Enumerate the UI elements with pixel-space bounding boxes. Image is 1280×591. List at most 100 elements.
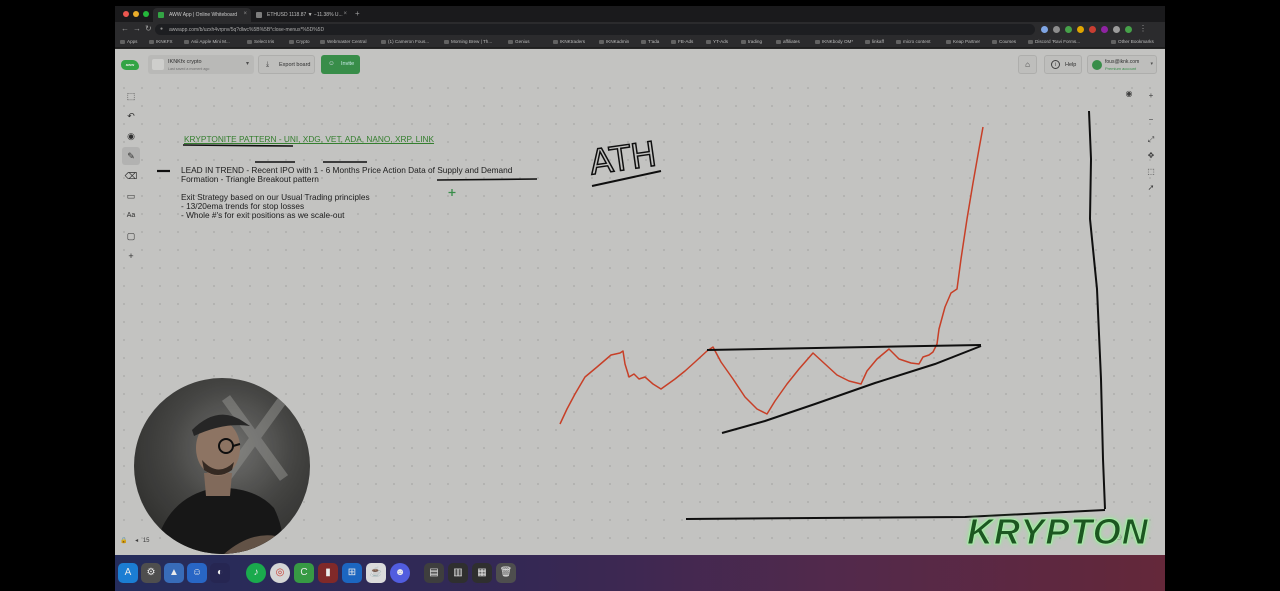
board-selector[interactable]: IKNKfx crypto Last saved a moment ago ▾ [148, 55, 254, 74]
browser-tab-strip: AWW App | Online Whiteboard × ETHUSD 111… [115, 6, 1165, 22]
ink-stroke [1088, 110, 1106, 510]
bookmark-item[interactable]: micro content [896, 39, 931, 44]
aww-logo[interactable]: aww [121, 60, 139, 70]
address-bar[interactable]: ● awwapp.com/b/uzxh4vrpnv/5q?dlwc%5B%5B*… [155, 24, 1035, 35]
extension-icon[interactable] [1113, 26, 1120, 33]
app-icon[interactable]: ☕ [366, 563, 386, 583]
bookmark-item[interactable]: trading [741, 39, 762, 44]
reload-icon[interactable]: ↻ [145, 24, 152, 33]
bookmark-item[interactable]: Discord 'Ravi Forms... [1028, 39, 1080, 44]
bookmark-item[interactable]: IKNKbody OM* [815, 39, 853, 44]
pattern-title[interactable]: KRYPTONITE PATTERN - UNI, XDG, VET, ADA,… [184, 134, 434, 144]
app-store-icon[interactable]: A [118, 563, 138, 583]
trash-icon[interactable]: 🗑 [496, 563, 516, 583]
bookmark-item[interactable]: FB-Ads [671, 39, 693, 44]
finder-icon[interactable]: ☺ [187, 563, 207, 583]
home-icon: ⌂ [1025, 60, 1030, 69]
app-icon[interactable]: ◐ [210, 563, 230, 583]
bookmark-item[interactable]: Other Bookmarks [1111, 39, 1154, 44]
tab-aww-app[interactable]: AWW App | Online Whiteboard × [153, 8, 251, 22]
new-tab-icon[interactable]: + [355, 9, 360, 18]
app-header: aww IKNKfx crypto Last saved a moment ag… [115, 49, 1165, 79]
bookmark-item[interactable]: T'ada [641, 39, 659, 44]
spotify-icon[interactable]: ♪ [246, 563, 266, 583]
app-icon[interactable]: ▮ [318, 563, 338, 583]
home-button[interactable]: ⌂ [1018, 55, 1037, 74]
support-line [721, 345, 982, 434]
board-name: IKNKfx crypto [168, 59, 202, 65]
invite-button[interactable]: ☺ Invite [321, 55, 360, 74]
zoom-window-icon[interactable] [143, 11, 149, 17]
extension-icon[interactable] [1077, 26, 1084, 33]
app-icon[interactable]: ▥ [448, 563, 468, 583]
windows-icon[interactable]: ⊞ [342, 563, 362, 583]
zoom-out-icon[interactable]: − [1143, 113, 1159, 127]
select-area-icon[interactable]: ⬚ [1143, 165, 1159, 179]
app-icon[interactable]: ▤ [424, 563, 444, 583]
bookmark-item[interactable]: Courses [992, 39, 1016, 44]
right-toolbar: ◉ + − ⤢ ✥ ⬚ ➚ [1126, 87, 1159, 197]
invite-label: Invite [341, 61, 355, 67]
add-more-icon[interactable]: + [122, 247, 140, 265]
fit-screen-icon[interactable]: ⤢ [1143, 133, 1159, 147]
lock-icon[interactable]: 🔒 [120, 538, 127, 544]
close-tab-icon[interactable]: × [343, 11, 347, 17]
bookmark-item[interactable]: linkaff [865, 39, 884, 44]
info-icon: i [1051, 60, 1060, 69]
bookmark-item[interactable]: Select Iris [247, 39, 274, 44]
bookmark-item[interactable]: affiliates [776, 39, 800, 44]
eraser-tool-icon[interactable]: ⌫ [122, 167, 140, 185]
preview-icon[interactable]: ▲ [164, 563, 184, 583]
app-icon[interactable]: ▦ [472, 563, 492, 583]
bookmark-item[interactable]: IKNKadmin [599, 39, 629, 44]
chevron-down-icon: ▾ [1150, 61, 1153, 67]
extension-icon[interactable] [1089, 26, 1096, 33]
system-preferences-icon[interactable]: ⚙ [141, 563, 161, 583]
extension-icon[interactable] [1041, 26, 1048, 33]
bookmark-item[interactable]: IKNKtraders [553, 39, 585, 44]
bookmark-item[interactable]: Crypto [289, 39, 310, 44]
shape-tool-icon[interactable]: ▭ [122, 187, 140, 205]
minimize-window-icon[interactable] [133, 11, 139, 17]
lead-in-line-2[interactable]: Formation - Triangle Breakout pattern [181, 174, 319, 184]
presenter-neck [204, 473, 232, 496]
bookmark-item[interactable]: IKNKFX [149, 39, 173, 44]
export-board-button[interactable]: ⤓ Export board [258, 55, 315, 74]
sticky-note-icon[interactable]: ▢ [122, 227, 140, 245]
bookmark-item[interactable]: Genius [508, 39, 530, 44]
bookmark-item[interactable]: Asii Apple Mini M... [184, 39, 230, 44]
bookmark-item[interactable]: Webmaster Central [320, 39, 367, 44]
select-tool-icon[interactable]: ⬚ [122, 87, 140, 105]
extension-icon[interactable] [1053, 26, 1060, 33]
back-icon[interactable]: ← [121, 24, 129, 33]
ath-label-layer: ATH [586, 134, 659, 179]
help-button[interactable]: i Help [1044, 55, 1082, 74]
app-icon[interactable]: C [294, 563, 314, 583]
tab-label: ETHUSD 1118.87 ▼ −11.38% U... [267, 12, 343, 18]
pencil-tool-icon[interactable]: ✎ [122, 147, 140, 165]
close-tab-icon[interactable]: × [243, 11, 247, 17]
text-tool-icon[interactable]: Aa [122, 207, 140, 225]
discord-icon[interactable]: ☻ [390, 563, 410, 583]
bookmark-item[interactable]: Apps [120, 39, 137, 44]
tab-ethusd[interactable]: ETHUSD 1118.87 ▼ −11.38% U... × [251, 8, 351, 22]
close-window-icon[interactable] [123, 11, 129, 17]
kebab-menu-icon[interactable]: ⋮ [1139, 24, 1147, 33]
profile-avatar-icon[interactable] [1125, 26, 1132, 33]
bookmark-item[interactable]: YT-Ads [706, 39, 728, 44]
account-menu[interactable]: fous@iknk.com Premium account ▾ [1087, 55, 1157, 74]
pointer-icon[interactable]: ➚ [1143, 181, 1159, 195]
pan-icon[interactable]: ✥ [1143, 149, 1159, 163]
forward-icon[interactable]: → [133, 24, 141, 33]
color-palette-icon[interactable]: ◉ [122, 127, 140, 145]
bookmark-item[interactable]: Keap Partner [946, 39, 980, 44]
zoom-in-icon[interactable]: + [1143, 89, 1159, 103]
undo-icon[interactable]: ↶ [122, 107, 140, 125]
bookmark-item[interactable]: Morning Brew | Th... [444, 39, 492, 44]
chrome-icon[interactable]: ◎ [270, 563, 290, 583]
bookmark-item[interactable]: (1) Cameron Fous... [381, 39, 429, 44]
extension-icon[interactable] [1065, 26, 1072, 33]
eye-icon[interactable]: ◉ [1121, 87, 1137, 101]
extension-icon[interactable] [1101, 26, 1108, 33]
exit-strategy-item[interactable]: - Whole #'s for exit positions as we sca… [181, 210, 344, 220]
